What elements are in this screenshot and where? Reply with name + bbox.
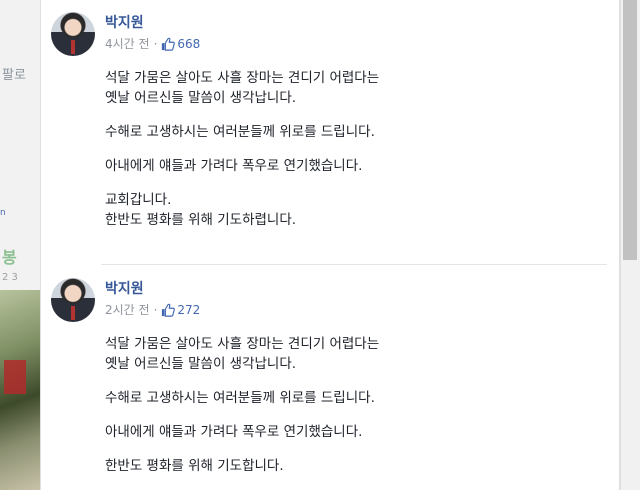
thumbs-up-icon[interactable]: [161, 37, 176, 51]
author-avatar[interactable]: [51, 278, 95, 322]
paragraph: 석달 가뭄은 살아도 사흘 장마는 견디기 어렵다는옛날 어르신들 말씀이 생각…: [105, 334, 585, 374]
post-body: 석달 가뭄은 살아도 사흘 장마는 견디기 어렵다는옛날 어르신들 말씀이 생각…: [105, 68, 585, 244]
text-line: 석달 가뭄은 살아도 사흘 장마는 견디기 어렵다는: [105, 70, 380, 86]
like-count[interactable]: 668: [177, 37, 200, 51]
post-timestamp[interactable]: 4시간 전: [105, 35, 150, 52]
background-page: 팔로 n 봉 2 3: [0, 0, 40, 490]
paragraph: 석달 가뭄은 살아도 사흘 장마는 견디기 어렵다는옛날 어르신들 말씀이 생각…: [105, 68, 585, 108]
post-divider: [101, 264, 607, 265]
text-line: 수해로 고생하시는 여러분들께 위로를 드립니다.: [105, 390, 375, 406]
background-banner-text: 봉: [2, 248, 17, 267]
like-count[interactable]: 272: [177, 303, 200, 317]
text-line: 옛날 어르신들 말씀이 생각납니다.: [105, 356, 297, 372]
text-line: 수해로 고생하시는 여러분들께 위로를 드립니다.: [105, 124, 375, 140]
background-photo: [0, 290, 40, 490]
text-line: 옛날 어르신들 말씀이 생각납니다.: [105, 90, 297, 106]
author-avatar[interactable]: [51, 12, 95, 56]
author-name[interactable]: 박지원: [105, 278, 144, 298]
text-line: 아내에게 얘들과 가려다 폭우로 연기했습니다.: [105, 424, 363, 440]
paragraph: 아내에게 얘들과 가려다 폭우로 연기했습니다.: [105, 422, 585, 442]
background-banner-subtext: 2 3: [2, 272, 18, 283]
text-line: 한반도 평화를 위해 기도합니다.: [105, 458, 284, 474]
text-line: 아내에게 얘들과 가려다 폭우로 연기했습니다.: [105, 158, 363, 174]
post-body: 석달 가뭄은 살아도 사흘 장마는 견디기 어렵다는옛날 어르신들 말씀이 생각…: [105, 334, 585, 490]
post-meta: 4시간 전 · 668: [105, 35, 200, 52]
post-meta: 2시간 전 · 272: [105, 301, 200, 318]
meta-separator: ·: [153, 302, 158, 317]
text-line: 한반도 평화를 위해 기도하렵니다.: [105, 212, 297, 228]
author-name[interactable]: 박지원: [105, 12, 144, 32]
paragraph: 한반도 평화를 위해 기도합니다.: [105, 456, 585, 476]
paragraph: 수해로 고생하시는 여러분들께 위로를 드립니다.: [105, 388, 585, 408]
text-line: 교회갑니다.: [105, 192, 172, 208]
text-line: 석달 가뭄은 살아도 사흘 장마는 견디기 어렵다는: [105, 336, 380, 352]
thumbs-up-icon[interactable]: [161, 303, 176, 317]
paragraph: 아내에게 얘들과 가려다 폭우로 연기했습니다.: [105, 156, 585, 176]
background-text: 팔로: [2, 68, 26, 83]
scrollbar-thumb[interactable]: [623, 0, 637, 260]
meta-separator: ·: [153, 36, 158, 51]
posts-panel: 박지원 4시간 전 · 668 석달 가뭄은 살아도 사흘 장마는 견디기 어렵…: [40, 0, 620, 490]
paragraph: 수해로 고생하시는 여러분들께 위로를 드립니다.: [105, 122, 585, 142]
post-timestamp[interactable]: 2시간 전: [105, 301, 150, 318]
background-link-fragment: n: [0, 208, 6, 218]
paragraph: 교회갑니다. 한반도 평화를 위해 기도하렵니다.: [105, 190, 585, 230]
